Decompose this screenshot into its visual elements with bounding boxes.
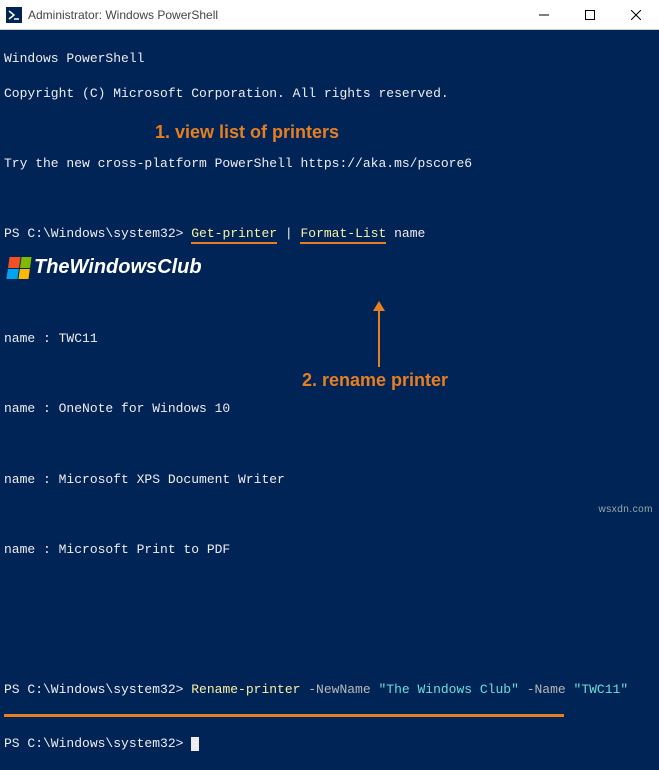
cmdlet-get-printer: Get-printer: [191, 226, 277, 244]
powershell-icon: [6, 7, 22, 23]
prompt-line: PS C:\Windows\system32>: [4, 735, 655, 753]
annotation-step-2: 2. rename printer: [302, 370, 448, 391]
maximize-button[interactable]: [567, 0, 613, 30]
banner-line: Try the new cross-platform PowerShell ht…: [4, 155, 655, 173]
cmdlet-rename-printer: Rename-printer: [191, 682, 300, 697]
banner-line: Windows PowerShell: [4, 50, 655, 68]
printer-entry: name : TWC11: [4, 330, 655, 348]
printer-entry: name : OneNote for Windows 10: [4, 400, 655, 418]
command-line-1: PS C:\Windows\system32> Get-printer | Fo…: [4, 225, 655, 243]
windows-flag-icon: [6, 257, 31, 279]
banner-line: Copyright (C) Microsoft Corporation. All…: [4, 85, 655, 103]
watermark-text: TheWindowsClub: [34, 256, 202, 279]
underline-annotation: [4, 714, 564, 717]
printer-entry: name : Microsoft XPS Document Writer: [4, 471, 655, 489]
close-button[interactable]: [613, 0, 659, 30]
cmdlet-format-list: Format-List: [300, 226, 386, 244]
command-line-2: PS C:\Windows\system32> Rename-printer -…: [4, 681, 655, 699]
annotation-step-1: 1. view list of printers: [155, 122, 339, 143]
watermark: TheWindowsClub: [8, 256, 202, 279]
printer-entry: name : Microsoft Print to PDF: [4, 541, 655, 559]
footer-credit: wsxdn.com: [598, 504, 653, 515]
minimize-button[interactable]: [521, 0, 567, 30]
arrow-annotation: [378, 309, 380, 367]
cursor: [191, 737, 199, 751]
window-title: Administrator: Windows PowerShell: [28, 8, 521, 22]
window-titlebar: Administrator: Windows PowerShell: [0, 0, 659, 30]
